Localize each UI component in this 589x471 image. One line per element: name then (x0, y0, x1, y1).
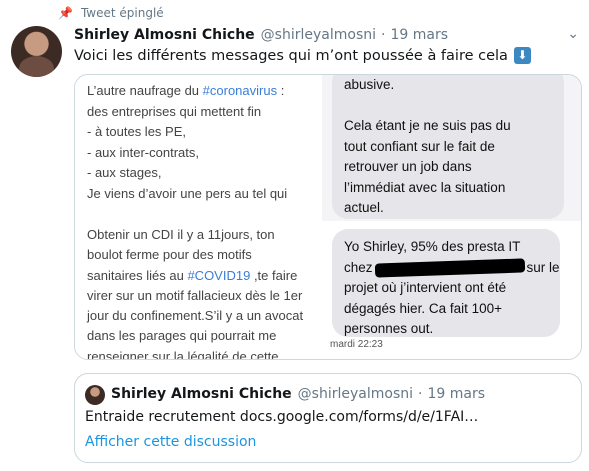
post-line-part: boulot ferme pour des motifs (87, 247, 252, 263)
tweet-text-content: Voici les différents messages qui m’ont … (74, 47, 508, 64)
post-line: Obtenir un CDI il y a 11jours, ton (87, 225, 320, 245)
post-line: - à toutes les PE, (87, 122, 318, 143)
media-image-4[interactable]: Yo Shirley, 95% des presta IT chez sur le… (322, 223, 581, 359)
pinned-label: Tweet épinglé (80, 6, 164, 20)
message-line: dégagés hier. Ca fait 100+ (344, 300, 502, 316)
media-divider (320, 75, 322, 359)
hashtag: #COVID19 (187, 267, 251, 283)
message-line: Cela étant je ne suis pas du (344, 118, 511, 133)
separator-dot: · (418, 386, 423, 402)
post-line: des entreprises qui mettent fin (87, 102, 318, 123)
redaction-mark (374, 258, 525, 278)
message-bubble-2: Yo Shirley, 95% des presta IT chez sur le… (332, 229, 560, 337)
post-line-part: : (277, 83, 285, 98)
media-image-2[interactable]: Obtenir un CDI il y a 11jours, ton boulot… (75, 223, 320, 360)
post-line-part: Je viens d’avoir une pers au tel qui (87, 185, 288, 201)
message-timestamp: mardi 22:23 (330, 339, 383, 350)
post-line-part: sanitaires liés au (87, 267, 188, 283)
post-line-part: virer sur un motif fallacieux dès le 1er (87, 287, 303, 303)
post-line-part: Obtenir un CDI il y a 11jours, ton (87, 227, 275, 242)
quoted-avatar[interactable] (85, 385, 105, 405)
show-thread-link[interactable]: Afficher cette discussion (85, 434, 256, 450)
message-line: chez sur le (344, 258, 560, 279)
chevron-down-icon[interactable]: ⌄ (567, 26, 579, 42)
down-arrow-emoji-icon: ⬇ (513, 47, 531, 64)
media-image-3[interactable]: abusive. Cela étant je ne suis pas du tou… (322, 75, 581, 221)
post-line-part: jour du confinement.S’il y a un avocat (87, 308, 304, 324)
quoted-tweet[interactable]: Shirley Almosni Chiche @shirleyalmosni ·… (74, 373, 582, 463)
message-line: l’immédiat avec la situation (344, 179, 506, 195)
post-line-part: - aux inter-contrats, (87, 144, 199, 160)
post-line-part: - aux stages, (87, 165, 162, 180)
tweet-text: Voici les différents messages qui m’ont … (74, 47, 531, 64)
message-line (344, 96, 552, 117)
media-divider (75, 221, 581, 223)
post-line: dans les parages qui pourrait me (87, 326, 320, 346)
pinned-label-row: 📌 Tweet épinglé (58, 6, 164, 20)
message-line: Yo Shirley, 95% des presta IT (344, 239, 521, 254)
post-line-part: dans les parages qui pourrait me (87, 328, 277, 344)
avatar[interactable] (11, 26, 62, 77)
author-handle[interactable]: @shirleyalmosni (261, 27, 376, 43)
message-line: retrouver un job dans (344, 159, 472, 174)
message-line: projet où j’intervient ont été (344, 280, 507, 295)
message-line: abusive. (344, 77, 395, 92)
media-image-1[interactable]: L’autre naufrage du #coronavirus : des en… (75, 75, 320, 221)
post-line-part: - à toutes les PE, (87, 124, 186, 139)
post-line-part: des entreprises qui mettent fin (87, 103, 262, 119)
post-text-2: Obtenir un CDI il y a 11jours, ton boulot… (75, 223, 320, 360)
post-line-part: renseigner sur la légalité de cette (87, 348, 279, 360)
author-name[interactable]: Shirley Almosni Chiche (74, 27, 255, 43)
post-line: - aux inter-contrats, (87, 143, 318, 164)
post-line: boulot ferme pour des motifs (87, 245, 320, 265)
hashtag: #coronavirus (202, 83, 278, 98)
message-line-part: chez (344, 259, 373, 275)
post-text-1: L’autre naufrage du #coronavirus : des en… (75, 75, 318, 204)
quoted-author-name[interactable]: Shirley Almosni Chiche (111, 386, 292, 402)
message-line-part: sur le (526, 259, 560, 275)
pin-icon: 📌 (58, 6, 73, 20)
post-line: - aux stages, (87, 163, 318, 184)
post-line: renseigner sur la légalité de cette (87, 347, 320, 360)
post-line: sanitaires liés au #COVID19 ,te faire (87, 266, 320, 286)
post-line: virer sur un motif fallacieux dès le 1er (87, 286, 320, 306)
post-line: L’autre naufrage du #coronavirus : (87, 81, 318, 102)
post-line-part: ,te faire (250, 267, 298, 283)
message-line: personnes out. (344, 321, 434, 336)
quoted-time[interactable]: 19 mars (427, 386, 485, 402)
post-line: Je viens d’avoir une pers au tel qui (87, 184, 318, 205)
quoted-author-handle[interactable]: @shirleyalmosni (298, 386, 413, 402)
tweet-time[interactable]: 19 mars (390, 27, 448, 43)
post-line-part: L’autre naufrage du (87, 83, 203, 98)
message-bubble-1: abusive. Cela étant je ne suis pas du tou… (332, 75, 564, 219)
separator-dot: · (381, 27, 386, 43)
message-line: tout confiant sur le fait de (344, 138, 495, 154)
quoted-text[interactable]: Entraide recrutement docs.google.com/for… (85, 409, 478, 425)
tweet-header: Shirley Almosni Chiche @shirleyalmosni ·… (74, 27, 448, 43)
message-line: actuel. (344, 200, 384, 215)
media-grid[interactable]: L’autre naufrage du #coronavirus : des en… (74, 74, 582, 360)
post-line: jour du confinement.S’il y a un avocat (87, 306, 320, 326)
quoted-header: Shirley Almosni Chiche @shirleyalmosni ·… (111, 386, 485, 402)
